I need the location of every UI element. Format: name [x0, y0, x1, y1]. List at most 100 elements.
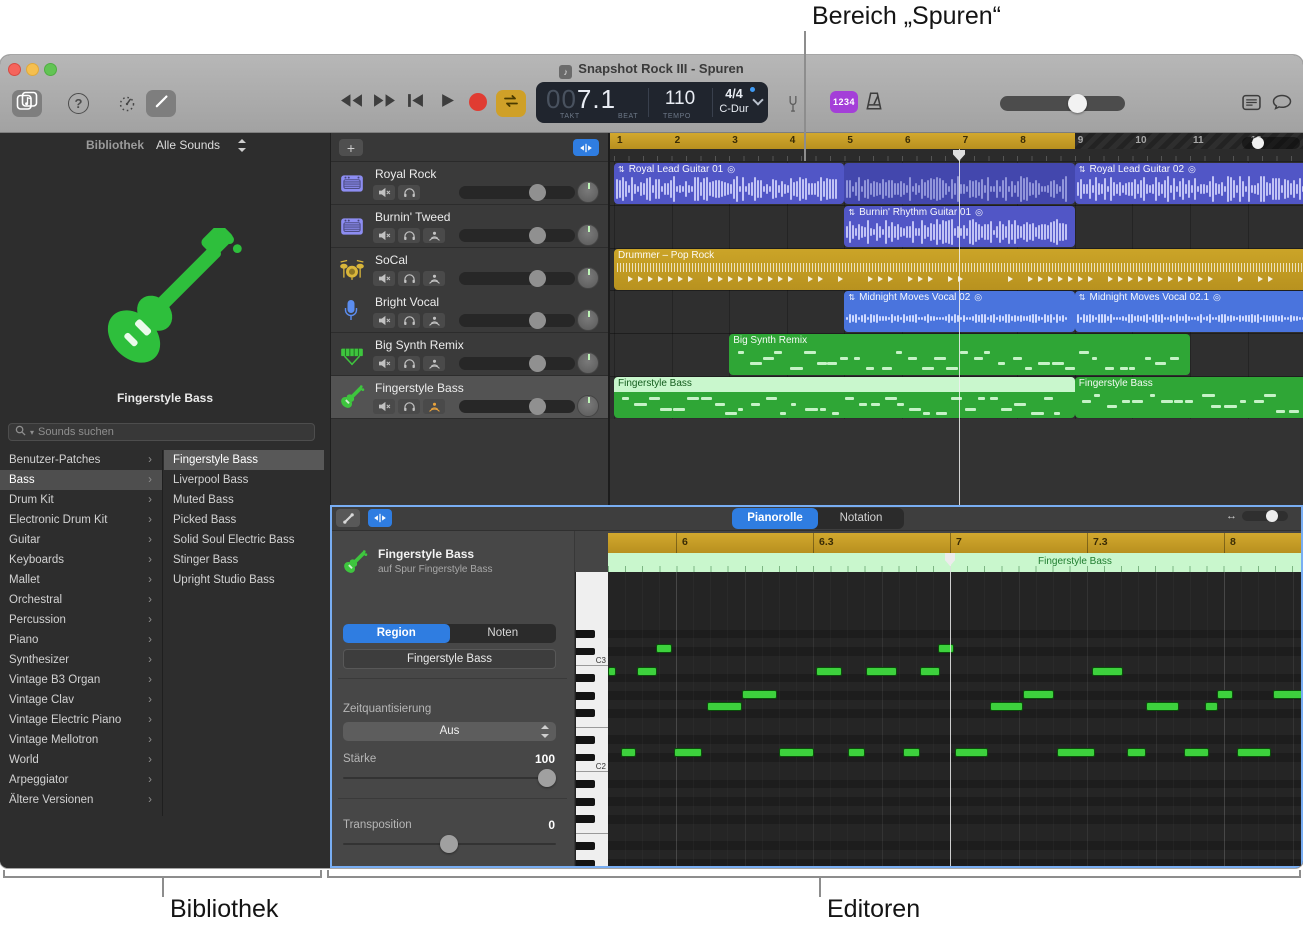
library-category-row[interactable]: Bass›: [0, 470, 162, 490]
midi-note[interactable]: [742, 690, 777, 699]
library-category-row[interactable]: Vintage Electric Piano›: [0, 710, 162, 730]
midi-note[interactable]: [866, 667, 897, 676]
input-monitor-button[interactable]: [423, 399, 445, 414]
midi-note[interactable]: [1217, 690, 1233, 699]
library-category-row[interactable]: Ältere Versionen›: [0, 790, 162, 810]
strength-slider[interactable]: [343, 777, 556, 779]
editor-catch-playhead-button[interactable]: [368, 509, 392, 527]
search-input[interactable]: ▾ Sounds suchen: [8, 423, 315, 441]
track-volume-knob[interactable]: [529, 227, 546, 244]
black-key[interactable]: [576, 709, 595, 717]
midi-note[interactable]: [1023, 690, 1054, 699]
midi-note[interactable]: [938, 644, 954, 653]
tuner-icon[interactable]: [787, 95, 799, 112]
region[interactable]: Fingerstyle Bass: [614, 377, 1075, 418]
region[interactable]: ⇅Royal Lead Guitar 01◎: [614, 163, 844, 204]
cycle-button[interactable]: [496, 90, 526, 117]
library-category-row[interactable]: Vintage Mellotron›: [0, 730, 162, 750]
quick-help-button[interactable]: ?: [68, 93, 89, 114]
input-monitor-button[interactable]: [423, 271, 445, 286]
library-category-row[interactable]: Mallet›: [0, 570, 162, 590]
solo-headphones-button[interactable]: [398, 271, 420, 286]
midi-note[interactable]: [656, 644, 672, 653]
editor-zoom-control[interactable]: ↔: [1226, 510, 1288, 522]
pan-knob[interactable]: [577, 181, 599, 203]
solo-headphones-button[interactable]: [398, 313, 420, 328]
rewind-button[interactable]: [340, 93, 363, 108]
editor-playhead-line[interactable]: [950, 555, 951, 866]
chat-bubble-icon[interactable]: [1272, 94, 1292, 110]
bar-ruler[interactable]: 123456789101112: [610, 133, 1303, 149]
tab-region[interactable]: Region: [343, 624, 450, 643]
timeline-zoom-knob[interactable]: [1252, 137, 1264, 149]
midi-note[interactable]: [1237, 748, 1271, 757]
track-row[interactable]: Burnin' Tweed: [331, 205, 609, 248]
mute-button[interactable]: [373, 313, 395, 328]
transpose-slider-knob[interactable]: [440, 835, 458, 853]
midi-note[interactable]: [779, 748, 814, 757]
master-volume-slider[interactable]: [1000, 96, 1125, 111]
black-key[interactable]: [576, 780, 595, 788]
tab-notation[interactable]: Notation: [818, 508, 904, 529]
midi-note[interactable]: [1146, 702, 1179, 711]
midi-note[interactable]: [1057, 748, 1095, 757]
mute-button[interactable]: [373, 356, 395, 371]
timeline-zoom-slider[interactable]: [1242, 137, 1300, 149]
track-volume-slider[interactable]: [459, 400, 575, 413]
library-category-row[interactable]: Piano›: [0, 630, 162, 650]
library-category-row[interactable]: Keyboards›: [0, 550, 162, 570]
midi-note[interactable]: [1184, 748, 1209, 757]
track-volume-slider[interactable]: [459, 186, 575, 199]
library-category-row[interactable]: Electronic Drum Kit›: [0, 510, 162, 530]
track-volume-knob[interactable]: [529, 312, 546, 329]
black-key[interactable]: [576, 860, 595, 866]
library-category-row[interactable]: Drum Kit›: [0, 490, 162, 510]
midi-note[interactable]: [621, 748, 636, 757]
region[interactable]: Fingerstyle Bass: [1075, 377, 1303, 418]
track-row[interactable]: SoCal: [331, 248, 609, 291]
go-to-beginning-button[interactable]: [407, 93, 424, 108]
track-volume-knob[interactable]: [529, 270, 546, 287]
region[interactable]: ⇅Midnight Moves Vocal 02.1◎: [1075, 291, 1303, 332]
black-key[interactable]: [576, 630, 595, 638]
black-key[interactable]: [576, 798, 595, 806]
quantize-select[interactable]: Aus: [343, 722, 556, 741]
playhead-line[interactable]: [959, 149, 960, 505]
pan-knob[interactable]: [577, 224, 599, 246]
pencil-tool-button[interactable]: [146, 90, 176, 117]
black-key[interactable]: [576, 674, 595, 682]
midi-note[interactable]: [1127, 748, 1146, 757]
solo-headphones-button[interactable]: [398, 228, 420, 243]
pan-knob[interactable]: [577, 309, 599, 331]
editor-bar-ruler[interactable]: 66.377.38: [608, 533, 1301, 553]
track-volume-knob[interactable]: [529, 184, 546, 201]
count-in-button[interactable]: 1234: [830, 91, 858, 113]
track-volume-slider[interactable]: [459, 272, 575, 285]
mute-button[interactable]: [373, 271, 395, 286]
track-volume-knob[interactable]: [529, 355, 546, 372]
midi-note[interactable]: [848, 748, 865, 757]
solo-headphones-button[interactable]: [398, 399, 420, 414]
midi-note[interactable]: [955, 748, 988, 757]
library-category-row[interactable]: Percussion›: [0, 610, 162, 630]
midi-note[interactable]: [674, 748, 702, 757]
black-key[interactable]: [576, 754, 595, 762]
track-row[interactable]: Bright Vocal: [331, 290, 609, 333]
library-category-row[interactable]: Arpeggiator›: [0, 770, 162, 790]
library-category-row[interactable]: Vintage Clav›: [0, 690, 162, 710]
track-row[interactable]: Fingerstyle Bass: [331, 376, 609, 419]
region[interactable]: ⇅Royal Lead Guitar 02◎: [1075, 163, 1303, 204]
tab-noten[interactable]: Noten: [450, 624, 557, 643]
input-monitor-button[interactable]: [423, 228, 445, 243]
catch-playhead-button[interactable]: [573, 139, 599, 156]
midi-note[interactable]: [707, 702, 742, 711]
editor-zoom-knob[interactable]: [1266, 510, 1278, 522]
library-filter-dropdown[interactable]: Alle Sounds: [156, 138, 220, 152]
record-button[interactable]: [469, 93, 487, 111]
black-key[interactable]: [576, 648, 595, 656]
mute-button[interactable]: [373, 228, 395, 243]
midi-note[interactable]: [1092, 667, 1123, 676]
add-track-button[interactable]: +: [339, 139, 363, 156]
pan-knob[interactable]: [577, 395, 599, 417]
strength-slider-knob[interactable]: [538, 769, 556, 787]
